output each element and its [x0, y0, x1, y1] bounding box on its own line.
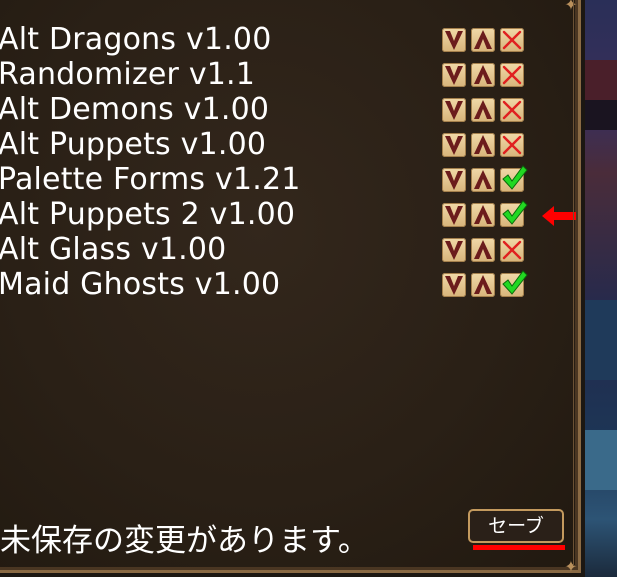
- chevron-up-icon: [474, 65, 492, 84]
- mod-name: Randomizer v1.1: [0, 57, 256, 92]
- chevron-up-icon: [474, 100, 492, 119]
- move-down-button[interactable]: [442, 133, 466, 157]
- mod-list: Alt Dragons v1.00 Randomizer v1.1 Alt Demo…: [0, 22, 560, 302]
- cross-icon: [502, 135, 522, 155]
- chevron-down-icon: [445, 136, 463, 155]
- mod-name: Alt Demons v1.00: [0, 92, 270, 127]
- move-up-button[interactable]: [471, 238, 495, 262]
- cross-icon: [502, 65, 522, 85]
- disabled-toggle[interactable]: [500, 28, 524, 52]
- mod-row: Alt Puppets v1.00: [0, 127, 560, 162]
- save-button[interactable]: セーブ: [468, 509, 564, 543]
- chevron-up-icon: [474, 135, 492, 154]
- chevron-down-icon: [445, 276, 463, 295]
- chevron-up-icon: [474, 205, 492, 224]
- unsaved-changes-message: 未保存の変更があります。: [0, 523, 369, 559]
- move-up-button[interactable]: [471, 98, 495, 122]
- checkmark-icon: [502, 200, 528, 225]
- move-up-button[interactable]: [471, 63, 495, 87]
- mod-manager-panel: ✦ ✦ Alt Dragons v1.00 Randomizer v1.1 Alt …: [0, 0, 581, 576]
- chevron-down-icon: [445, 241, 463, 260]
- move-up-button[interactable]: [471, 28, 495, 52]
- move-up-button[interactable]: [471, 273, 495, 297]
- corner-ornament-icon: ✦: [564, 0, 578, 14]
- move-up-button[interactable]: [471, 168, 495, 192]
- mod-row: Randomizer v1.1: [0, 57, 560, 92]
- disabled-toggle[interactable]: [500, 133, 524, 157]
- game-background: [585, 0, 617, 577]
- cross-icon: [502, 100, 522, 120]
- mod-name: Alt Dragons v1.00: [0, 22, 272, 57]
- disabled-toggle[interactable]: [500, 98, 524, 122]
- mod-row: Alt Puppets 2 v1.00: [0, 197, 560, 232]
- move-down-button[interactable]: [442, 273, 466, 297]
- disabled-toggle[interactable]: [500, 63, 524, 87]
- screen: ✦ ✦ Alt Dragons v1.00 Randomizer v1.1 Alt …: [0, 0, 617, 577]
- chevron-down-icon: [445, 171, 463, 190]
- chevron-down-icon: [445, 31, 463, 50]
- mod-name: Maid Ghosts v1.00: [0, 267, 281, 302]
- chevron-up-icon: [474, 170, 492, 189]
- corner-ornament-icon: ✦: [564, 557, 578, 576]
- mod-name: Palette Forms v1.21: [0, 162, 301, 197]
- mod-name: Alt Glass v1.00: [0, 232, 227, 267]
- disabled-toggle[interactable]: [500, 238, 524, 262]
- chevron-up-icon: [474, 275, 492, 294]
- move-down-button[interactable]: [442, 98, 466, 122]
- mod-row: Alt Demons v1.00: [0, 92, 560, 127]
- save-underline-annotation: [473, 545, 565, 550]
- mod-name: Alt Puppets v1.00: [0, 127, 267, 162]
- enabled-toggle[interactable]: [500, 165, 528, 192]
- mod-row: Maid Ghosts v1.00: [0, 267, 560, 302]
- move-down-button[interactable]: [442, 168, 466, 192]
- chevron-down-icon: [445, 66, 463, 85]
- enabled-toggle[interactable]: [500, 200, 528, 227]
- chevron-down-icon: [445, 206, 463, 225]
- move-down-button[interactable]: [442, 203, 466, 227]
- move-down-button[interactable]: [442, 28, 466, 52]
- mod-name: Alt Puppets 2 v1.00: [0, 197, 296, 232]
- mod-row: Alt Glass v1.00: [0, 232, 560, 267]
- move-up-button[interactable]: [471, 203, 495, 227]
- checkmark-icon: [502, 165, 528, 190]
- move-up-button[interactable]: [471, 133, 495, 157]
- chevron-down-icon: [445, 101, 463, 120]
- move-down-button[interactable]: [442, 238, 466, 262]
- cross-icon: [502, 240, 522, 260]
- red-arrow-left-icon: [542, 206, 576, 226]
- mod-row: Palette Forms v1.21: [0, 162, 560, 197]
- mod-row: Alt Dragons v1.00: [0, 22, 560, 57]
- chevron-up-icon: [474, 30, 492, 49]
- checkmark-icon: [502, 270, 528, 295]
- move-down-button[interactable]: [442, 63, 466, 87]
- enabled-toggle[interactable]: [500, 270, 528, 297]
- chevron-up-icon: [474, 240, 492, 259]
- cross-icon: [502, 30, 522, 50]
